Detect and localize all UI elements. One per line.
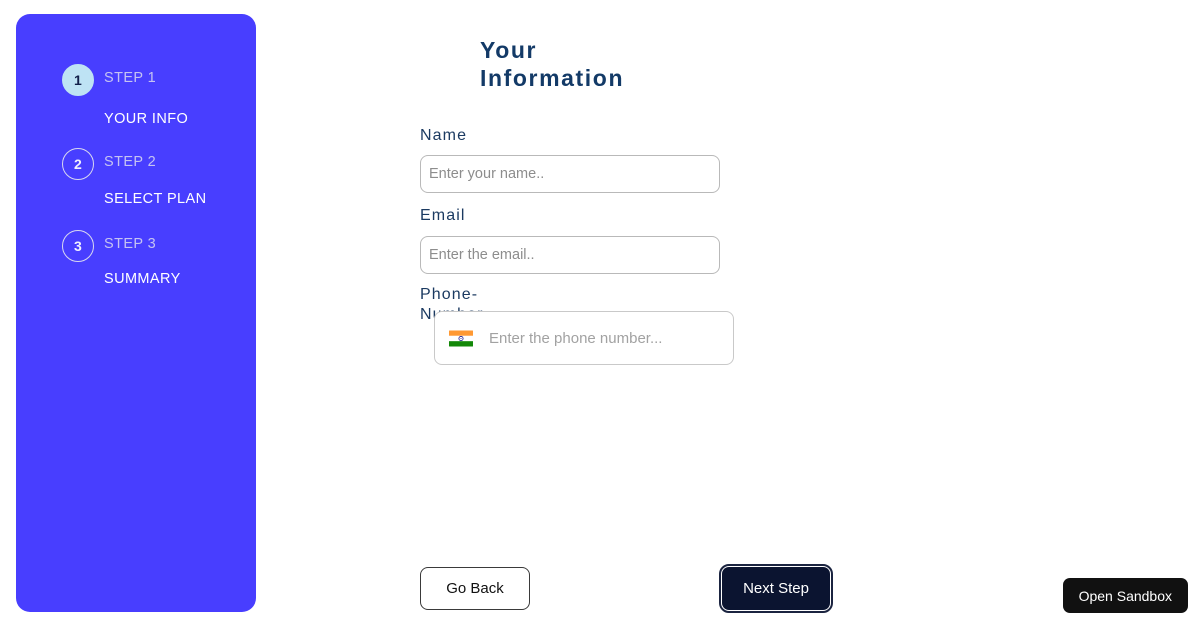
form-panel: Your Information Name Email Phone-Number…	[256, 0, 1200, 630]
next-step-button[interactable]: Next Step	[719, 564, 833, 613]
sidebar-step-2[interactable]: 2 STEP 2	[16, 148, 256, 188]
email-label: Email	[420, 207, 466, 224]
step-3-step-label: STEP 3	[104, 236, 157, 252]
step-1-step-label: STEP 1	[104, 70, 157, 86]
step-3-title[interactable]: SUMMARY	[104, 271, 181, 287]
step-sidebar: 1 STEP 1 YOUR INFO 2 STEP 2 SELECT PLAN …	[16, 14, 256, 612]
open-sandbox-button[interactable]: Open Sandbox	[1062, 578, 1188, 613]
india-flag-icon[interactable]	[449, 330, 473, 347]
page-title: Your Information	[480, 37, 625, 91]
step-1-number-badge: 1	[62, 64, 94, 96]
go-back-button[interactable]: Go Back	[420, 567, 530, 610]
name-input[interactable]	[420, 155, 720, 193]
step-3-number-badge: 3	[62, 230, 94, 262]
step-2-number-badge: 2	[62, 148, 94, 180]
step-2-title[interactable]: SELECT PLAN	[104, 191, 206, 207]
email-input[interactable]	[420, 236, 720, 274]
step-1-title[interactable]: YOUR INFO	[104, 111, 188, 127]
sidebar-step-3[interactable]: 3 STEP 3	[16, 230, 256, 270]
sidebar-step-1[interactable]: 1 STEP 1	[16, 64, 256, 104]
phone-input[interactable]	[487, 322, 721, 354]
phone-input-group[interactable]	[434, 311, 734, 365]
name-label: Name	[420, 127, 468, 144]
step-2-step-label: STEP 2	[104, 154, 157, 170]
